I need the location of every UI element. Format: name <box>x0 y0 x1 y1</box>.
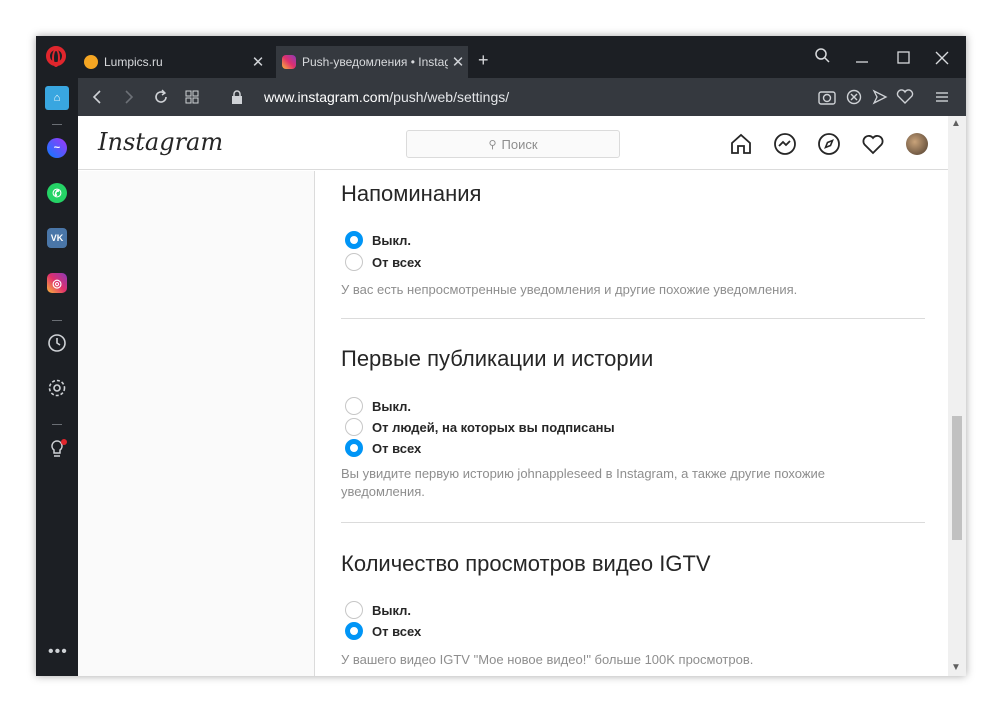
tab-instagram[interactable]: Push-уведомления • Instagram ✕ <box>276 46 468 78</box>
new-tab-icon[interactable]: + <box>478 50 489 71</box>
section-description: Вы увидите первую историю johnappleseed … <box>341 466 826 499</box>
section-divider <box>341 318 925 319</box>
scrollbar-thumb[interactable] <box>952 416 962 540</box>
bookmark-heart-icon[interactable] <box>896 89 914 105</box>
browser-sidebar: ⌂ ~ ✆ VK ◎ ••• <box>36 78 78 676</box>
instagram-favicon-icon <box>282 55 296 69</box>
minimize-icon[interactable] <box>854 50 870 66</box>
option-label: От всех <box>372 623 422 639</box>
radio-checked-icon <box>345 231 363 249</box>
home-icon[interactable]: ⌂ <box>45 86 69 110</box>
section-title-reminders: Напоминания <box>341 181 482 206</box>
ad-block-icon[interactable] <box>846 89 862 105</box>
tab-bar: Lumpics.ru ✕ Push-уведомления • Instagra… <box>36 36 966 78</box>
settings-panel: Напоминания Выкл. От всех У вас есть неп… <box>314 171 948 676</box>
speed-dial-icon[interactable] <box>184 89 200 105</box>
url-path: /push/web/settings/ <box>389 89 510 105</box>
radio-unchecked-icon <box>345 418 363 436</box>
reload-icon[interactable] <box>152 88 170 106</box>
lumpics-favicon-icon <box>84 55 98 69</box>
search-tabs-icon[interactable] <box>814 47 832 65</box>
window-close-icon[interactable] <box>934 50 950 66</box>
radio-option-first-posts-following[interactable]: От людей, на которых вы подписаны <box>345 418 615 436</box>
settings-gear-icon[interactable] <box>47 378 67 398</box>
maximize-icon[interactable] <box>896 50 912 66</box>
section-title-first-posts: Первые публикации и истории <box>341 346 654 371</box>
radio-unchecked-icon <box>345 601 363 619</box>
sidebar-divider <box>52 124 62 125</box>
tab-title: Lumpics.ru <box>104 55 163 69</box>
send-icon[interactable] <box>872 89 888 105</box>
section-title-igtv-views: Количество просмотров видео IGTV <box>341 551 711 576</box>
forward-icon[interactable] <box>120 89 136 105</box>
option-label: От людей, на которых вы подписаны <box>372 419 615 435</box>
option-label: Выкл. <box>372 398 412 414</box>
scroll-down-icon[interactable]: ▼ <box>951 662 961 673</box>
back-icon[interactable] <box>90 89 106 105</box>
instagram-sidebar-icon[interactable]: ◎ <box>47 273 67 293</box>
radio-option-igtv-everyone[interactable]: От всех <box>345 622 421 640</box>
tab-title: Push-уведомления • Instagram <box>302 55 448 69</box>
web-page: Instagram ⚲ Поиск Напоминания Выкл. От в… <box>78 116 966 676</box>
option-label: Выкл. <box>372 232 412 248</box>
radio-unchecked-icon <box>345 397 363 415</box>
radio-option-reminders-off[interactable]: Выкл. <box>345 231 411 249</box>
option-label: От всех <box>372 440 422 456</box>
scroll-up-icon[interactable]: ▲ <box>951 118 961 129</box>
option-label: Выкл. <box>372 602 412 618</box>
messenger-icon[interactable]: ~ <box>47 138 67 158</box>
opera-logo-icon[interactable] <box>46 46 66 67</box>
option-label: От всех <box>372 254 422 270</box>
easy-setup-icon[interactable] <box>934 89 950 105</box>
address-bar: www.instagram.com/push/web/settings/ <box>78 78 966 116</box>
direct-messenger-icon[interactable] <box>773 132 797 156</box>
radio-checked-icon <box>345 439 363 457</box>
section-description: У вас есть непросмотренные уведомления и… <box>341 282 798 297</box>
instagram-logo[interactable]: Instagram <box>98 128 223 156</box>
explore-compass-icon[interactable] <box>817 132 841 156</box>
search-icon: ⚲ <box>488 138 497 151</box>
radio-option-first-posts-off[interactable]: Выкл. <box>345 397 411 415</box>
radio-unchecked-icon <box>345 253 363 271</box>
search-input[interactable]: ⚲ Поиск <box>406 130 620 158</box>
radio-checked-icon <box>345 622 363 640</box>
url-host: www.instagram.com <box>264 89 390 105</box>
sidebar-divider <box>52 424 62 425</box>
page-scrollbar[interactable]: ▲ ▼ <box>948 116 966 676</box>
lock-icon[interactable] <box>230 89 244 105</box>
tips-lightbulb-icon[interactable] <box>47 438 69 460</box>
browser-window: Lumpics.ru ✕ Push-уведомления • Instagra… <box>36 36 966 676</box>
history-icon[interactable] <box>47 333 67 353</box>
vk-icon[interactable]: VK <box>47 228 67 248</box>
camera-icon[interactable] <box>818 89 836 105</box>
radio-option-first-posts-everyone[interactable]: От всех <box>345 439 421 457</box>
sidebar-divider <box>52 320 62 321</box>
profile-avatar[interactable] <box>906 133 928 155</box>
url-field[interactable]: www.instagram.com/push/web/settings/ <box>264 89 509 105</box>
search-placeholder: Поиск <box>501 136 538 152</box>
activity-heart-icon[interactable] <box>861 132 885 156</box>
radio-option-igtv-off[interactable]: Выкл. <box>345 601 411 619</box>
section-description: У вашего видео IGTV "Мое новое видео!" б… <box>341 652 754 667</box>
home-nav-icon[interactable] <box>729 132 753 156</box>
tab-lumpics[interactable]: Lumpics.ru ✕ <box>78 46 268 78</box>
more-options-icon[interactable]: ••• <box>48 643 68 661</box>
instagram-header: Instagram ⚲ Поиск <box>78 116 948 170</box>
close-icon[interactable]: ✕ <box>448 53 468 71</box>
close-icon[interactable]: ✕ <box>248 53 268 71</box>
whatsapp-icon[interactable]: ✆ <box>47 183 67 203</box>
radio-option-reminders-everyone[interactable]: От всех <box>345 253 421 271</box>
section-divider <box>341 522 925 523</box>
